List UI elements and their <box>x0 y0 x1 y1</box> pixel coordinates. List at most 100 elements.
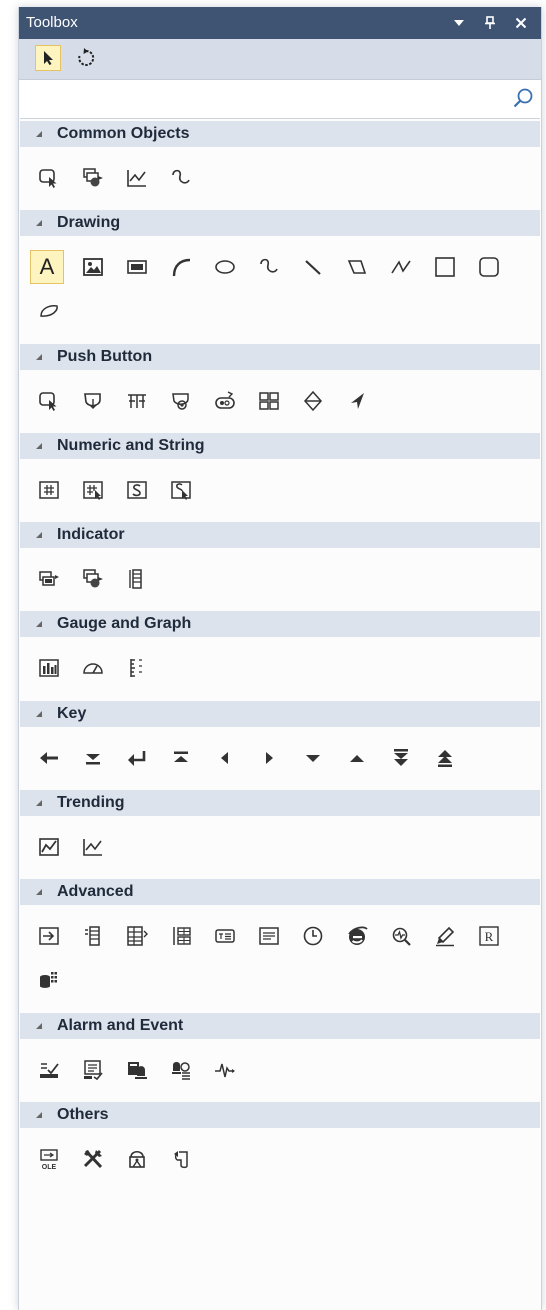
category-alarm-and-event[interactable]: Alarm and Event <box>20 1013 540 1039</box>
cylinder-shape-icon[interactable] <box>32 294 66 328</box>
text-icon[interactable]: A <box>30 250 64 284</box>
set-word-button-icon[interactable] <box>76 384 110 418</box>
down-end-key-icon[interactable] <box>76 741 110 775</box>
collapse-triangle-icon[interactable] <box>34 798 44 808</box>
word-lamp-icon[interactable] <box>76 562 110 596</box>
category-others[interactable]: Others <box>20 1102 540 1128</box>
string-input-icon[interactable] <box>164 473 198 507</box>
string-display-icon[interactable] <box>120 473 154 507</box>
picture-icon[interactable] <box>76 250 110 284</box>
tools-icon[interactable] <box>76 1142 110 1176</box>
multi-state-switch-icon[interactable] <box>252 384 286 418</box>
collapse-triangle-icon[interactable] <box>34 1110 44 1120</box>
web-browser-icon[interactable] <box>340 919 374 953</box>
object-select-icon[interactable] <box>32 161 66 195</box>
collapse-triangle-icon[interactable] <box>34 1021 44 1031</box>
category-trending[interactable]: Trending <box>20 790 540 816</box>
collapse-triangle-icon[interactable] <box>34 218 44 228</box>
bit-lamp-icon[interactable] <box>32 562 66 596</box>
backspace-key-icon[interactable] <box>32 741 66 775</box>
meter-icon[interactable] <box>76 651 110 685</box>
alarm-display-icon[interactable] <box>76 1053 110 1087</box>
message-icon[interactable] <box>252 919 286 953</box>
collapse-triangle-icon[interactable] <box>34 619 44 629</box>
category-push-button[interactable]: Push Button <box>20 344 540 370</box>
category-label: Advanced <box>57 883 134 900</box>
event-log-icon[interactable] <box>208 1053 242 1087</box>
category-gauge-and-graph[interactable]: Gauge and Graph <box>20 611 540 637</box>
scale-icon[interactable] <box>120 651 154 685</box>
list-box-icon[interactable] <box>76 919 110 953</box>
left-key-icon[interactable] <box>208 741 242 775</box>
event-display-icon[interactable] <box>120 1053 154 1087</box>
close-icon[interactable] <box>511 12 531 34</box>
rotate-icon[interactable] <box>73 45 99 71</box>
database-grid-icon[interactable] <box>32 963 66 997</box>
toggle-switch-icon[interactable] <box>208 384 242 418</box>
up-end-key-icon[interactable] <box>164 741 198 775</box>
combo-button-icon[interactable] <box>164 384 198 418</box>
trend-chart-icon[interactable] <box>120 161 154 195</box>
bar-indicator-icon[interactable] <box>120 562 154 596</box>
category-indicator[interactable]: Indicator <box>20 522 540 548</box>
collapse-triangle-icon[interactable] <box>34 352 44 362</box>
multi-state-icon[interactable] <box>76 161 110 195</box>
data-sheet-icon[interactable] <box>120 919 154 953</box>
pdf-reader-icon[interactable] <box>384 919 418 953</box>
category-key[interactable]: Key <box>20 701 540 727</box>
polygon-icon[interactable] <box>340 250 374 284</box>
collapse-triangle-icon[interactable] <box>34 441 44 451</box>
panel-title: Toolbox <box>26 14 78 31</box>
trend-display-icon[interactable] <box>32 830 66 864</box>
page-up-key-icon[interactable] <box>428 741 462 775</box>
collapse-triangle-icon[interactable] <box>34 709 44 719</box>
collapse-triangle-icon[interactable] <box>34 530 44 540</box>
numeric-input-icon[interactable] <box>76 473 110 507</box>
title-bar: Toolbox <box>19 7 541 39</box>
search-icon[interactable] <box>511 86 535 110</box>
right-key-icon[interactable] <box>252 741 286 775</box>
slide-switch-icon[interactable] <box>296 384 330 418</box>
filled-rectangle-icon[interactable] <box>120 250 154 284</box>
search-input[interactable] <box>26 86 490 112</box>
numeric-display-icon[interactable] <box>32 473 66 507</box>
arc-icon[interactable] <box>164 250 198 284</box>
clock-icon[interactable] <box>296 919 330 953</box>
alarm-bar-icon[interactable] <box>32 1053 66 1087</box>
ellipse-icon[interactable] <box>208 250 242 284</box>
alarm-summary-icon[interactable] <box>164 1053 198 1087</box>
function-key-icon[interactable] <box>120 384 154 418</box>
up-key-icon[interactable] <box>340 741 374 775</box>
history-trend-icon[interactable] <box>76 830 110 864</box>
recipe-icon[interactable]: R <box>472 919 506 953</box>
dropdown-arrow-icon[interactable] <box>449 12 469 34</box>
bar-graph-icon[interactable] <box>32 651 66 685</box>
rectangle-icon[interactable] <box>428 250 462 284</box>
category-drawing[interactable]: Drawing <box>20 210 540 236</box>
direction-arrow-icon[interactable] <box>340 384 374 418</box>
text-block-icon[interactable] <box>208 919 242 953</box>
ole-object-icon[interactable]: OLE <box>32 1142 66 1176</box>
enter-key-icon[interactable] <box>120 741 154 775</box>
pin-icon[interactable] <box>480 12 500 34</box>
security-icon[interactable] <box>120 1142 154 1176</box>
polyline-icon[interactable] <box>384 250 418 284</box>
down-key-icon[interactable] <box>296 741 330 775</box>
table-icon[interactable] <box>164 919 198 953</box>
pointer-icon[interactable] <box>35 45 61 71</box>
line-icon[interactable] <box>296 250 330 284</box>
collapse-triangle-icon[interactable] <box>34 129 44 139</box>
rounded-rectangle-icon[interactable] <box>472 250 506 284</box>
collapse-triangle-icon[interactable] <box>34 887 44 897</box>
category-numeric-and-string[interactable]: Numeric and String <box>20 433 540 459</box>
text-item-label: A <box>39 254 55 279</box>
category-common-objects[interactable]: Common Objects <box>20 121 540 147</box>
freehand-icon[interactable] <box>252 250 286 284</box>
input-object-icon[interactable] <box>32 919 66 953</box>
sketch-pen-icon[interactable] <box>428 919 462 953</box>
category-advanced[interactable]: Advanced <box>20 879 540 905</box>
set-bit-button-icon[interactable] <box>32 384 66 418</box>
curve-icon[interactable] <box>164 161 198 195</box>
page-down-key-icon[interactable] <box>384 741 418 775</box>
macro-icon[interactable] <box>164 1142 198 1176</box>
